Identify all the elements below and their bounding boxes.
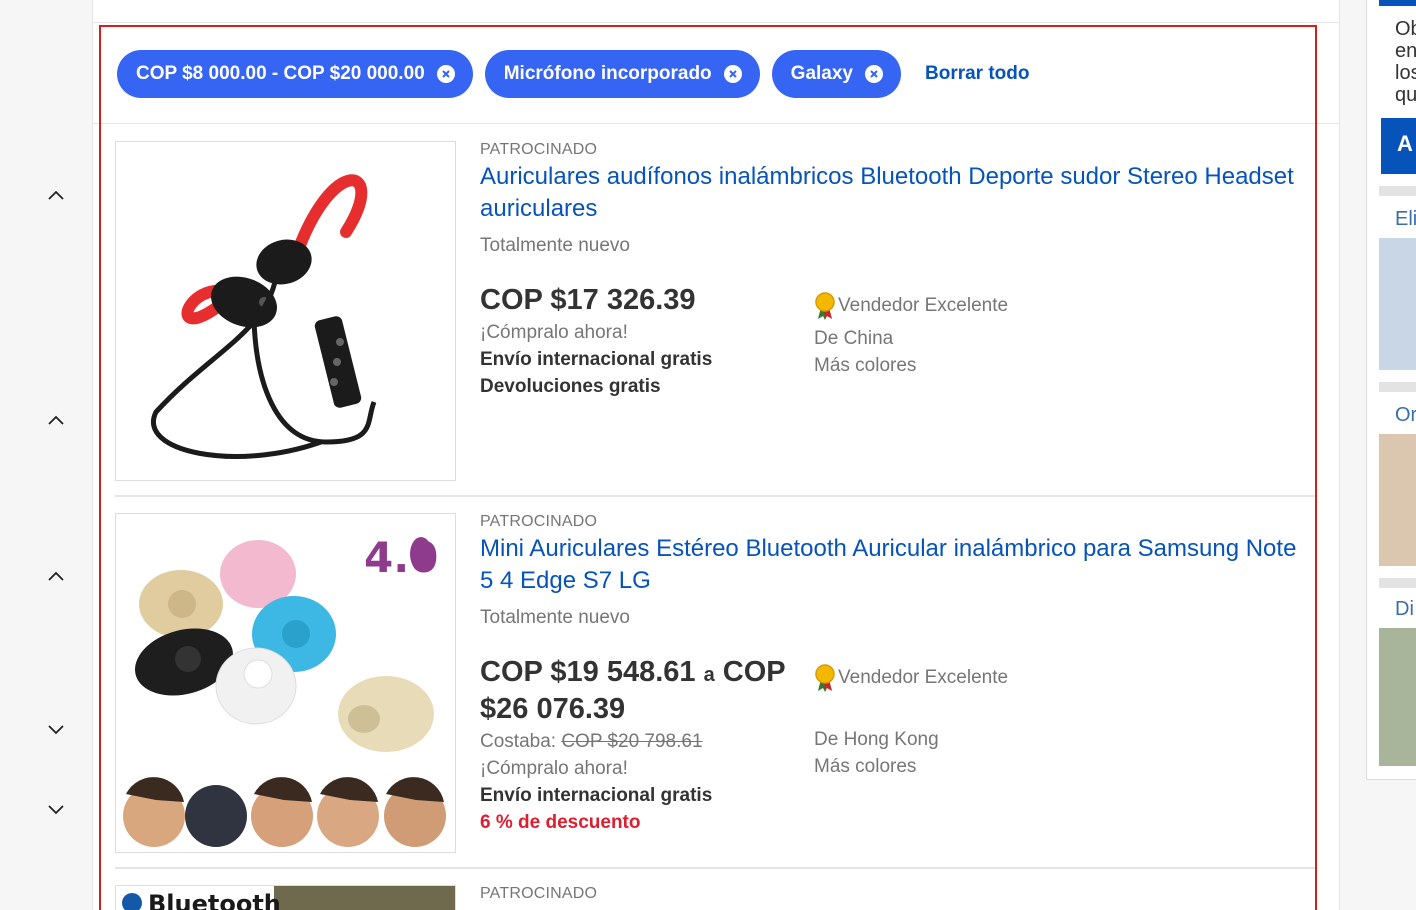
rail-text: Ob [1395, 18, 1416, 40]
item-condition: Totalmente nuevo [480, 235, 630, 256]
rail-link[interactable]: Or [1395, 404, 1416, 426]
filter-chip-label: Galaxy [790, 63, 853, 84]
medal-icon [815, 292, 835, 320]
divider [115, 495, 1315, 497]
right-ad-rail: Ob en los qu A Eli Or Di [1366, 0, 1416, 780]
shipping-label: Envío internacional gratis [480, 785, 713, 806]
left-filter-rail [0, 0, 92, 910]
item-price-range: COP $19 548.61 a COP $26 076.39 [480, 655, 810, 726]
price-to-currency: COP [722, 656, 786, 688]
chevron-up-icon[interactable] [44, 408, 68, 432]
buy-it-now-label: ¡Cómpralo ahora! [480, 322, 628, 343]
rail-link[interactable]: Eli [1395, 208, 1416, 230]
price-from: COP $19 548.61 [480, 656, 696, 688]
image-text: Bluetooth [148, 890, 281, 910]
item-info: PATROCINADO Mini Auriculares Estéreo Blu… [480, 513, 1310, 833]
previous-price-label: Costaba: [480, 731, 557, 752]
item-price: COP $17 326.39 [480, 284, 696, 316]
rail-ad-image[interactable] [1379, 628, 1416, 766]
item-condition: Totalmente nuevo [480, 607, 630, 628]
filter-chip-label: COP $8 000.00 - COP $20 000.00 [136, 63, 425, 84]
top-rated-seller: Vendedor Excelente [814, 663, 1214, 693]
divider [92, 123, 1340, 124]
product-image[interactable]: Bluetooth [115, 885, 456, 910]
filter-chip-galaxy[interactable]: Galaxy [771, 50, 901, 98]
close-icon[interactable] [865, 65, 883, 83]
clear-all-link[interactable]: Borrar todo [925, 63, 1030, 85]
item-title-link[interactable]: Auriculares audífonos inalámbricos Bluet… [480, 161, 1310, 225]
sponsored-label: PATROCINADO [480, 513, 598, 530]
seller-badge-label: Vendedor Excelente [838, 295, 1009, 316]
discount-label: 6 % de descuento [480, 812, 641, 833]
rail-cta-button[interactable]: A [1381, 118, 1416, 174]
previous-price: Costaba: COP $20 798.61 [480, 728, 810, 755]
close-icon[interactable] [723, 65, 742, 83]
item-info: PATROCINADO [480, 885, 1310, 903]
shipping-label: Envío internacional gratis [480, 349, 713, 370]
rail-text: en [1395, 40, 1416, 62]
price-range-separator: a [703, 664, 715, 686]
seller-badge-label: Vendedor Excelente [838, 667, 1009, 688]
buy-it-now-label: ¡Cómpralo ahora! [480, 758, 628, 779]
list-item: Bluetooth PATROCINADO [115, 885, 1315, 910]
list-item: 4.0 PATROCINADO Mini Auriculares Estéreo… [115, 513, 1315, 863]
applied-filters-bar: COP $8 000.00 - COP $20 000.00 Micrófono… [117, 50, 1030, 98]
mini-earbuds-image: 4.0 [116, 514, 455, 852]
rail-text: qu [1395, 84, 1416, 106]
chevron-up-icon[interactable] [44, 183, 68, 207]
chevron-down-icon[interactable] [44, 718, 68, 742]
list-item: PATROCINADO Auriculares audífonos inalám… [115, 141, 1315, 486]
close-icon[interactable] [436, 65, 455, 83]
rail-link[interactable]: Di [1395, 598, 1414, 620]
filter-chip-price[interactable]: COP $8 000.00 - COP $20 000.00 [117, 50, 473, 98]
product-image[interactable] [115, 141, 456, 481]
top-rated-seller: Vendedor Excelente [814, 291, 1214, 321]
more-colors-label: Más colores [814, 355, 917, 376]
filter-chip-label: Micrófono incorporado [503, 63, 712, 84]
filter-chip-microphone[interactable]: Micrófono incorporado [484, 50, 760, 98]
product-image[interactable]: 4.0 [115, 513, 456, 853]
divider [93, 22, 1339, 23]
divider [115, 867, 1315, 869]
medal-icon [815, 664, 835, 692]
chevron-down-icon[interactable] [44, 798, 68, 822]
price-to: $26 076.39 [480, 693, 626, 725]
returns-label: Devoluciones gratis [480, 376, 661, 397]
sponsored-label: PATROCINADO [480, 141, 598, 158]
item-origin: De Hong Kong [814, 729, 939, 750]
more-colors-label: Más colores [814, 756, 917, 777]
chevron-up-icon[interactable] [44, 564, 68, 588]
sponsored-label: PATROCINADO [480, 885, 598, 902]
bluetooth-headset-image: Bluetooth [116, 886, 455, 910]
earphones-image [116, 142, 455, 480]
previous-price-value: COP $20 798.61 [561, 731, 703, 752]
item-origin: De China [814, 328, 894, 349]
rail-ad-image[interactable] [1379, 238, 1416, 370]
item-title-link[interactable]: Mini Auriculares Estéreo Bluetooth Auric… [480, 533, 1310, 597]
rail-text: los [1395, 62, 1416, 84]
item-info: PATROCINADO Auriculares audífonos inalám… [480, 141, 1310, 397]
rail-ad-image[interactable] [1379, 434, 1416, 566]
